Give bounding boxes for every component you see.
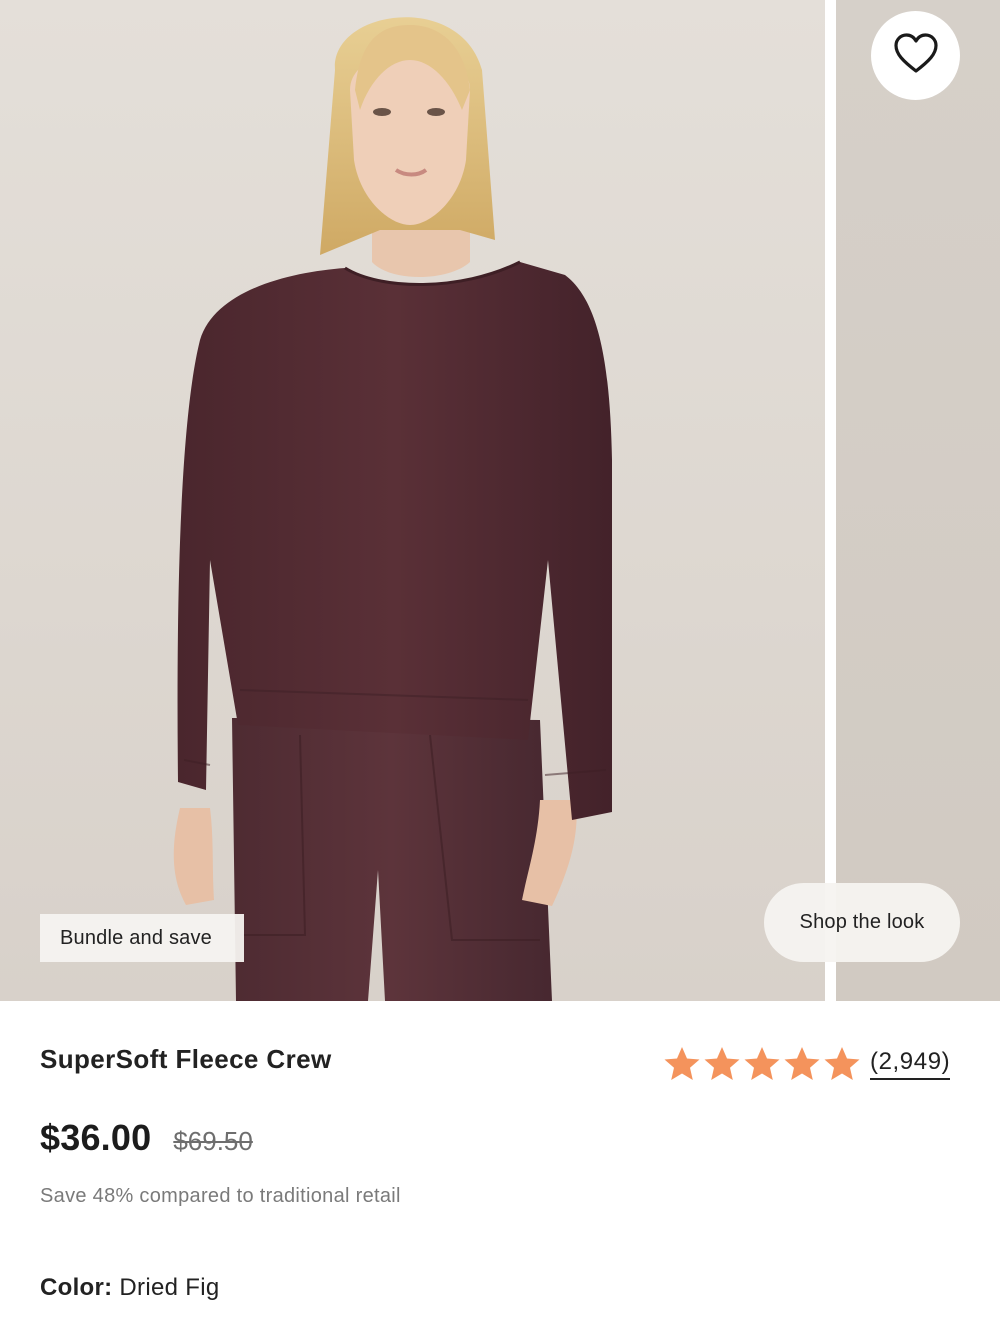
product-photo-next[interactable]	[836, 0, 1000, 1001]
current-price: $36.00	[40, 1117, 152, 1158]
product-photo-main[interactable]	[0, 0, 825, 1001]
star-icon	[744, 1047, 780, 1080]
heart-outline-icon	[893, 32, 939, 79]
color-label: Color:	[40, 1274, 113, 1301]
product-image-gallery[interactable]: Bundle and save Shop the look	[0, 0, 1000, 1001]
color-selection: Color: Dried Fig	[40, 1274, 219, 1302]
star-icon	[664, 1047, 700, 1080]
product-title: SuperSoft Fleece Crew	[40, 1044, 332, 1074]
star-icon	[784, 1047, 820, 1080]
review-count-link[interactable]: (2,949)	[870, 1048, 951, 1080]
product-rating[interactable]: (2,949)	[662, 1044, 951, 1084]
original-price: $69.50	[173, 1126, 253, 1156]
color-value: Dried Fig	[119, 1274, 220, 1301]
star-icon	[704, 1047, 740, 1080]
model-wearing-sweatshirt-image	[173, 17, 612, 1001]
add-to-wishlist-button[interactable]	[871, 11, 960, 100]
savings-note: Save 48% compared to traditional retail	[40, 1185, 401, 1207]
shop-the-look-button[interactable]: Shop the look	[764, 883, 960, 962]
bundle-and-save-tag[interactable]: Bundle and save	[40, 914, 244, 962]
rating-stars	[662, 1044, 862, 1084]
price-row: $36.00 $69.50	[40, 1117, 253, 1159]
star-icon	[824, 1047, 860, 1080]
